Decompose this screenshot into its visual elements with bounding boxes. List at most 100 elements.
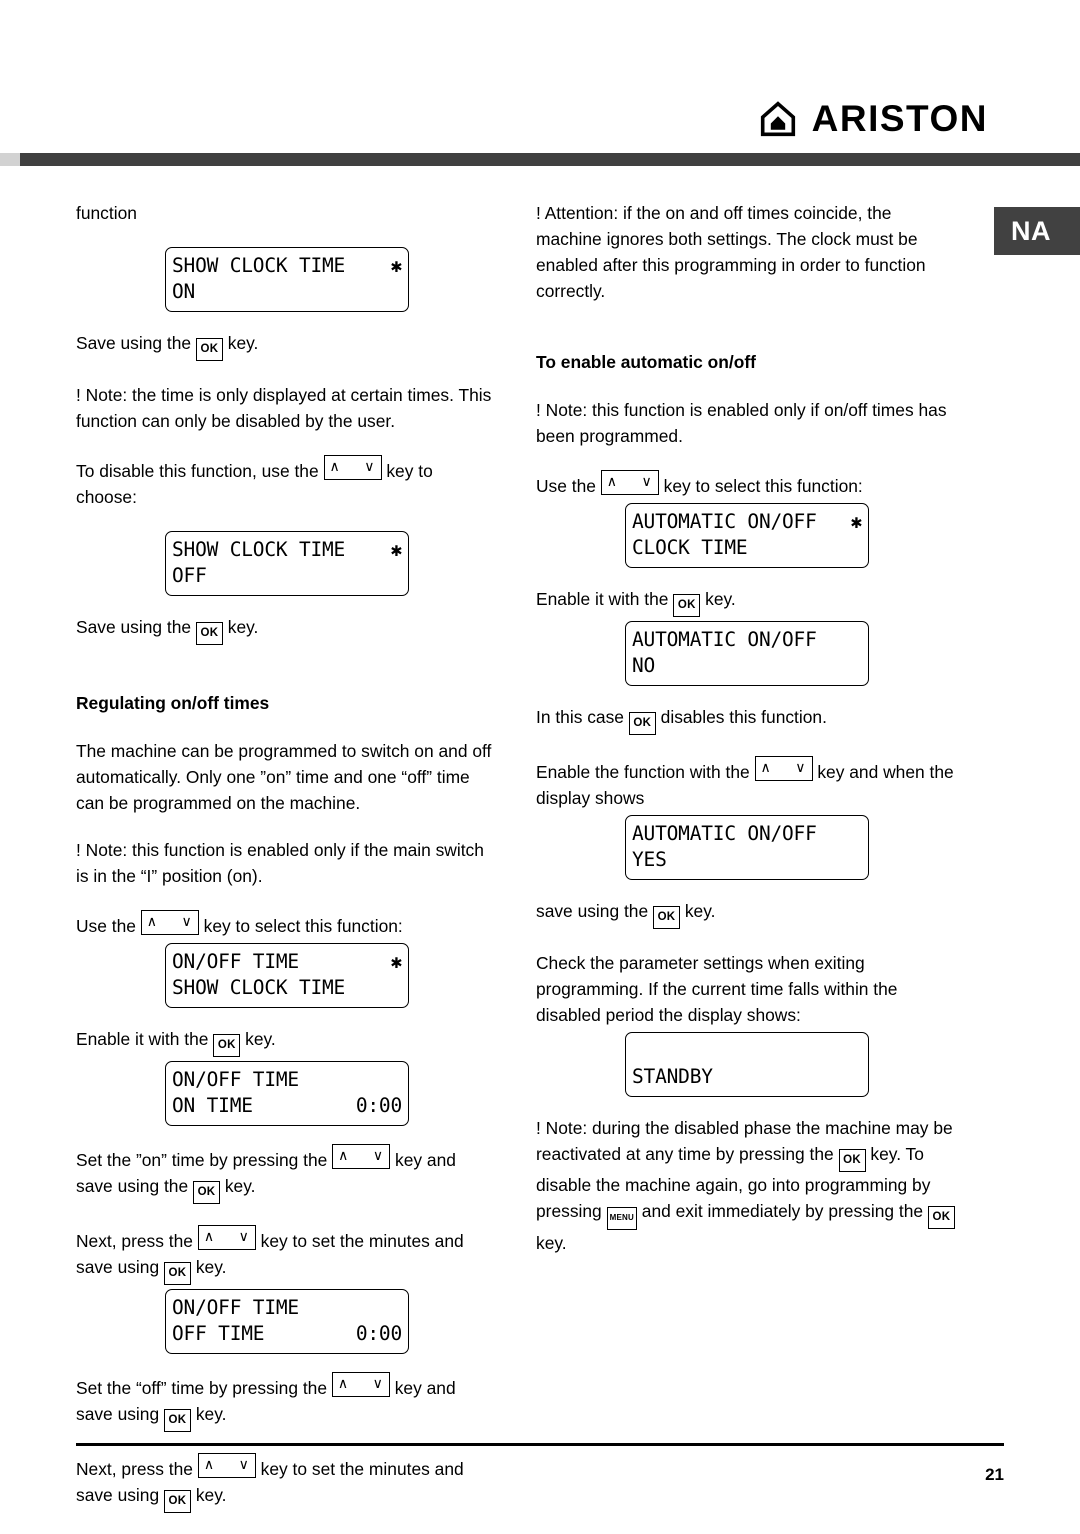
text-run: key. — [224, 1176, 256, 1196]
chevron-up-icon: ∧ — [146, 913, 158, 929]
lcd-on-time: ON/OFF TIME ON TIME 0:00 — [165, 1061, 409, 1126]
chevron-up-icon: ∧ — [203, 1456, 215, 1472]
paragraph-save-1: Save using the OK key. — [76, 330, 496, 361]
heading-regulating-times: Regulating on/off times — [76, 693, 270, 713]
chevron-down-icon: ∨ — [641, 473, 652, 489]
paragraph-note-time: ! Note: the time is only displayed at ce… — [76, 385, 492, 431]
lcd-line-text: SHOW CLOCK TIME — [172, 538, 346, 561]
house-icon — [760, 100, 795, 136]
footer-divider — [76, 1443, 1004, 1446]
ok-key[interactable]: OK — [195, 338, 223, 361]
paragraph-function: function — [76, 203, 137, 223]
paragraph-machine-programmed: The machine can be programmed to switch … — [76, 741, 492, 813]
brand-name: ARISTON — [811, 98, 988, 139]
lcd-asterisk-icon: ✱ — [850, 511, 862, 533]
up-down-key[interactable]: ∧ ∨ — [323, 455, 382, 480]
text-run: Next, press the — [76, 1459, 193, 1479]
text-run: disables this function. — [660, 707, 827, 727]
lcd-line-text: OFF — [172, 564, 207, 587]
chevron-up-icon: ∧ — [760, 759, 771, 775]
lcd-line-text: ON TIME — [172, 1094, 253, 1117]
ok-key[interactable]: OK — [163, 1490, 191, 1513]
chevron-down-icon: ∨ — [238, 1456, 249, 1472]
chevron-down-icon: ∨ — [181, 913, 192, 929]
text-run: key. — [227, 617, 259, 637]
paragraph-enable-ok-right: Enable it with the OK key. — [536, 586, 956, 617]
ok-key[interactable]: OK — [673, 594, 701, 617]
lcd-line-text: SHOW CLOCK TIME — [172, 254, 346, 277]
text-run: Use the — [76, 916, 136, 936]
text-run: save using the — [536, 901, 649, 921]
paragraph-use-select-right: Use the ∧ ∨ key to select this function: — [536, 470, 956, 499]
chevron-down-icon: ∨ — [364, 458, 375, 474]
ok-key[interactable]: OK — [213, 1034, 241, 1057]
up-down-key[interactable]: ∧ ∨ — [331, 1372, 390, 1397]
lcd-line-text: SHOW CLOCK TIME — [172, 976, 346, 999]
ok-key[interactable]: OK — [628, 712, 656, 735]
paragraph-next-off-minutes: Next, press the ∧ ∨ key to set the minute… — [76, 1453, 496, 1513]
text-run: Save using the — [76, 617, 192, 637]
ok-key[interactable]: OK — [653, 906, 680, 929]
chevron-down-icon: ∨ — [238, 1228, 249, 1244]
lcd-off-time: ON/OFF TIME OFF TIME 0:00 — [165, 1289, 409, 1354]
lcd-line-text: CLOCK TIME — [632, 536, 748, 559]
lcd-asterisk-icon: ✱ — [390, 951, 402, 973]
paragraph-check-parameters: Check the parameter settings when exitin… — [536, 953, 898, 1025]
lcd-line-text: ON/OFF TIME — [172, 1296, 299, 1319]
text-run: key. — [195, 1404, 227, 1424]
text-run: Enable it with the — [76, 1029, 209, 1049]
lcd-time-value: 0:00 — [355, 1094, 402, 1117]
text-run: Next, press the — [76, 1231, 193, 1251]
paragraph-next-on-minutes: Next, press the ∧ ∨ key to set the minute… — [76, 1225, 496, 1285]
up-down-key[interactable]: ∧ ∨ — [197, 1453, 256, 1478]
chevron-up-icon: ∧ — [606, 473, 618, 489]
page-number: 21 — [985, 1465, 1004, 1484]
ok-key[interactable]: OK — [195, 622, 223, 645]
paragraph-set-off-time: Set the “off” time by pressing the ∧ ∨ ke… — [76, 1372, 496, 1432]
chevron-down-icon: ∨ — [372, 1147, 384, 1163]
lcd-automatic-onoff-no: AUTOMATIC ON/OFF NO — [625, 621, 869, 686]
text-run: To disable this function, use the — [76, 461, 319, 481]
paragraph-use-select: Use the ∧ ∨ key to select this function: — [76, 910, 496, 939]
ok-key[interactable]: OK — [927, 1206, 955, 1229]
text-run: key. — [245, 1029, 276, 1049]
paragraph-save-right: save using the OK key. — [536, 898, 956, 929]
up-down-key[interactable]: ∧ ∨ — [140, 910, 199, 935]
text-run: key. — [684, 901, 716, 921]
ok-key[interactable]: OK — [193, 1181, 220, 1204]
lcd-show-clock-time-off: SHOW CLOCK TIME ✱ OFF — [165, 531, 409, 596]
ok-key[interactable]: OK — [163, 1409, 191, 1432]
text-run: key. — [227, 333, 259, 353]
ok-key[interactable]: OK — [838, 1149, 866, 1172]
lcd-line-text: ON — [172, 280, 196, 303]
right-column: ! Attention: if the on and off times coi… — [536, 200, 956, 1277]
left-column: function SHOW CLOCK TIME ✱ ON Save using… — [76, 200, 496, 1534]
text-run: Use the — [536, 476, 596, 496]
chevron-down-icon: ∨ — [795, 759, 806, 775]
text-run: key. — [195, 1257, 227, 1277]
paragraph-disable-function: To disable this function, use the ∧ ∨ key… — [76, 455, 496, 510]
text-run: key to select this function: — [203, 916, 403, 936]
text-run: and exit immediately by pressing the — [641, 1201, 924, 1221]
up-down-key[interactable]: ∧ ∨ — [332, 1144, 391, 1169]
lcd-line-text: YES — [632, 848, 667, 871]
menu-key[interactable]: MENU — [606, 1207, 637, 1230]
up-down-key[interactable]: ∧ ∨ — [600, 470, 659, 495]
lcd-line-text: OFF TIME — [172, 1322, 265, 1345]
ok-key[interactable]: OK — [163, 1262, 191, 1285]
lcd-show-clock-time-on: SHOW CLOCK TIME ✱ ON — [165, 247, 409, 312]
up-down-key[interactable]: ∧ ∨ — [754, 756, 813, 781]
up-down-key[interactable]: ∧ ∨ — [197, 1225, 256, 1250]
paragraph-set-on-time: Set the ”on” time by pressing the ∧ ∨ key… — [76, 1144, 496, 1204]
paragraph-in-this-case: In this case OK disables this function. — [536, 704, 956, 735]
section-badge: NA — [994, 207, 1080, 255]
lcd-automatic-onoff-clock-time: AUTOMATIC ON/OFF ✱ CLOCK TIME — [625, 503, 869, 568]
paragraph-enable-function: Enable the function with the ∧ ∨ key and … — [536, 756, 956, 811]
lcd-line-text: NO — [632, 654, 656, 677]
paragraph-enable-ok: Enable it with the OK key. — [76, 1026, 496, 1057]
paragraph-note-programmed: ! Note: this function is enabled only if… — [536, 400, 947, 446]
text-run: Set the “off” time by pressing the — [76, 1378, 328, 1398]
text-run: key. — [195, 1485, 227, 1505]
header-divider — [0, 153, 1080, 166]
lcd-onoff-time-show-clock: ON/OFF TIME ✱ SHOW CLOCK TIME — [165, 943, 409, 1008]
